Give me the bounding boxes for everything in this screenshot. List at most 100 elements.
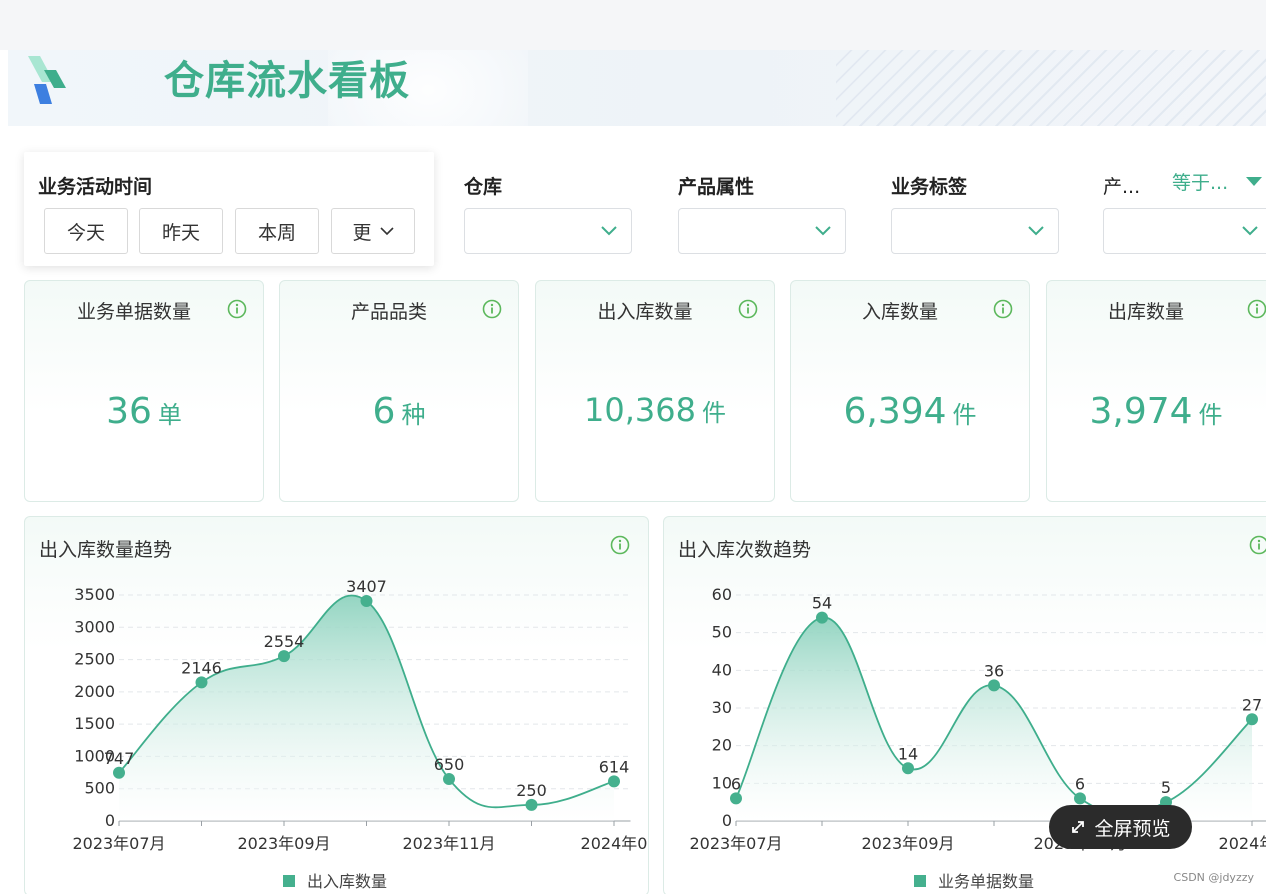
data-point: [443, 773, 455, 786]
biz-tag-select[interactable]: [891, 208, 1059, 254]
product-label: 产...: [1103, 176, 1141, 198]
kpi-number: 10,368: [584, 391, 696, 429]
chevron-down-icon: [1028, 226, 1044, 236]
qty-trend-chart-card: 出入库数量趋势 0 500 1000 1500 2000 2500 3000 3500 2023…: [24, 516, 649, 894]
data-label: 2146: [181, 658, 222, 677]
legend-label: 业务单据数量: [938, 872, 1034, 891]
product-attr-label: 产品属性: [678, 176, 755, 198]
chevron-down-icon: [379, 227, 394, 236]
info-icon[interactable]: [1247, 299, 1266, 319]
more-button-label: 更: [352, 221, 372, 244]
y-tick-label: 20: [712, 736, 732, 755]
kpi-card-out-qty: 出库数量 3,974 件: [1046, 280, 1266, 502]
kpi-unit: 件: [952, 401, 977, 429]
data-point: [988, 679, 1000, 692]
time-filter-card: 业务活动时间 今天 昨天 本周 更: [24, 152, 434, 266]
x-tick-label: 2023年11月: [402, 834, 495, 853]
x-tick-label: 2023年09月: [237, 834, 330, 853]
kpi-number: 36: [106, 391, 152, 432]
y-tick-label: 3500: [74, 585, 115, 604]
warehouse-select[interactable]: [464, 208, 632, 254]
kpi-unit: 件: [1198, 401, 1223, 429]
legend-swatch: [914, 875, 926, 887]
y-tick-label: 3000: [74, 617, 115, 636]
expand-icon: [1072, 821, 1085, 833]
kpi-unit: 单: [157, 401, 182, 429]
data-label: 250: [516, 781, 547, 800]
info-icon[interactable]: [993, 299, 1013, 319]
data-label: 36: [984, 661, 1004, 680]
y-tick-label: 2500: [74, 650, 115, 669]
y-tick-label: 10: [712, 773, 732, 792]
y-tick-label: 0: [105, 811, 115, 830]
data-label: 6: [731, 774, 741, 793]
this-week-button[interactable]: 本周: [235, 208, 319, 254]
info-icon[interactable]: [482, 299, 502, 319]
more-button[interactable]: 更: [331, 208, 415, 254]
today-button[interactable]: 今天: [44, 208, 128, 254]
kpi-unit: 种: [401, 401, 426, 429]
data-label: 14: [898, 744, 918, 763]
legend-label: 出入库数量: [307, 872, 387, 891]
kpi-title: 出库数量: [1107, 301, 1184, 323]
info-icon[interactable]: [738, 299, 758, 319]
operator-label: 等于...: [1172, 172, 1229, 194]
caret-down-icon[interactable]: [1246, 177, 1262, 187]
banner-decoration: [836, 50, 1266, 126]
y-tick-label: 2000: [74, 682, 115, 701]
data-label: 3407: [346, 577, 387, 596]
data-label: 650: [434, 755, 465, 774]
y-tick-label: 1500: [74, 714, 115, 733]
y-tick-label: 50: [712, 623, 732, 642]
fullscreen-preview-label: 全屏预览: [1094, 817, 1171, 840]
data-label: 2554: [264, 632, 305, 651]
y-tick-label: 30: [712, 698, 732, 717]
data-label: 27: [1242, 695, 1262, 714]
data-label: 6: [1075, 774, 1085, 793]
kpi-number: 3,974: [1089, 391, 1193, 432]
operator-select[interactable]: 等于...: [1172, 168, 1228, 195]
kpi-card-doc-count: 业务单据数量 36 单: [24, 280, 264, 502]
x-tick-label: 2023年07月: [689, 834, 782, 853]
time-filter-label: 业务活动时间: [38, 176, 153, 198]
y-tick-label: 0: [722, 811, 732, 830]
qty-trend-chart: 05001000150020002500300035002023年07月 2023…: [72, 577, 648, 891]
kpi-number: 6: [372, 391, 396, 432]
watermark: CSDN @jdyzzy: [1173, 871, 1254, 884]
data-point: [195, 676, 208, 689]
kpi-card-in-qty: 入库数量 6,394 件: [790, 280, 1030, 502]
y-tick-label: 500: [84, 779, 115, 798]
data-point: [730, 792, 742, 805]
data-point: [360, 595, 373, 608]
chevron-down-icon: [1242, 226, 1258, 236]
x-tick-label: 2024年0: [1219, 834, 1266, 853]
series-area: [736, 617, 1252, 821]
kpi-unit: 件: [701, 399, 726, 427]
data-point: [816, 611, 828, 624]
data-label: 5: [1161, 778, 1171, 797]
y-tick-label: 40: [712, 660, 732, 679]
legend-swatch: [283, 875, 295, 887]
data-point: [1246, 713, 1258, 726]
yesterday-button[interactable]: 昨天: [139, 208, 223, 254]
kpi-number: 6,394: [843, 391, 947, 432]
y-tick-label: 60: [712, 585, 732, 604]
kpi-value: 3,974 件: [1047, 391, 1266, 432]
fullscreen-preview-button[interactable]: 全屏预览: [1049, 805, 1192, 849]
product-attr-select[interactable]: [678, 208, 846, 254]
chevron-down-icon: [601, 226, 617, 236]
data-point: [113, 766, 125, 779]
data-label: 614: [599, 757, 630, 776]
x-tick-label: 2024年0: [581, 834, 648, 853]
x-tick-label: 2023年07月: [72, 834, 165, 853]
kpi-value: 6种: [280, 391, 518, 432]
kpi-value: 36 单: [25, 391, 263, 432]
data-point: [1074, 792, 1086, 805]
x-tick-label: 2023年09月: [861, 834, 954, 853]
product-select[interactable]: [1103, 208, 1266, 254]
data-point: [902, 762, 914, 775]
top-strip: [0, 0, 1266, 50]
kpi-card-in-out-qty: 出入库数量 10,368 件: [535, 280, 775, 502]
info-icon[interactable]: [227, 299, 247, 319]
data-label: 54: [812, 594, 832, 613]
